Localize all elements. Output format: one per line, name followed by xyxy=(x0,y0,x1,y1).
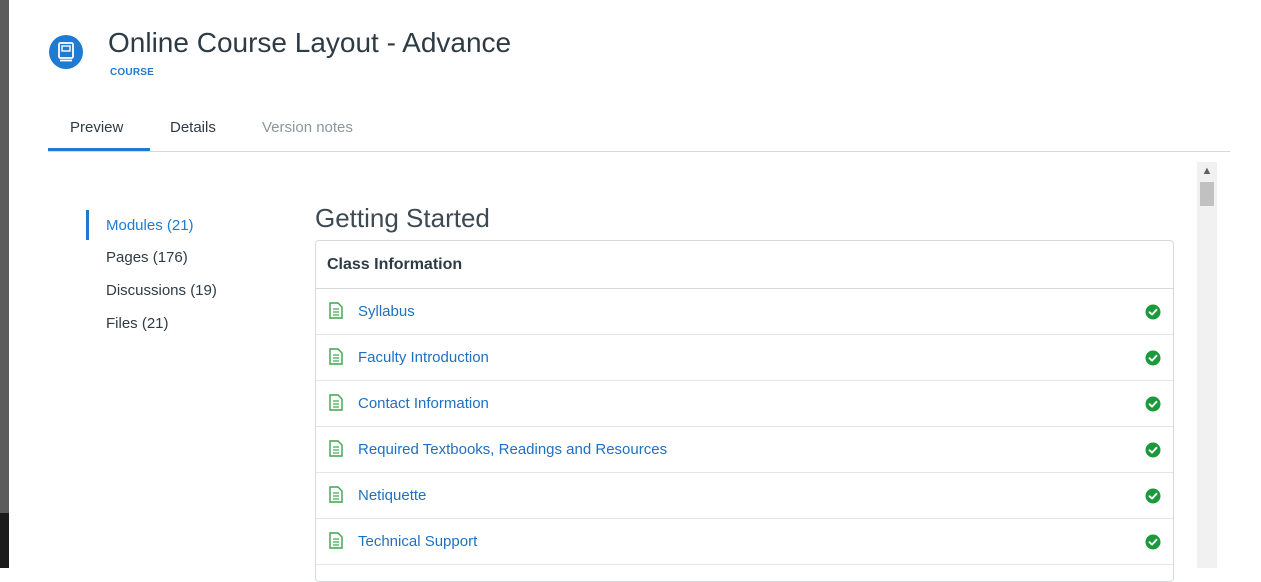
module-item-link[interactable]: Technical Support xyxy=(358,533,477,550)
active-tab-indicator xyxy=(48,148,150,151)
scroll-up-arrow-icon[interactable]: ▲ xyxy=(1197,162,1217,180)
module-item-link[interactable]: Required Textbooks, Readings and Resourc… xyxy=(358,441,667,458)
active-nav-indicator xyxy=(86,210,89,240)
nav-item-files[interactable]: Files (21) xyxy=(106,315,169,332)
module-item-required-textbooks[interactable]: Required Textbooks, Readings and Resourc… xyxy=(316,427,1173,473)
check-circle-icon xyxy=(1145,396,1161,411)
page-title: Online Course Layout - Advance xyxy=(108,27,512,58)
tab-details[interactable]: Details xyxy=(170,119,216,150)
check-circle-icon xyxy=(1145,304,1161,319)
scrollbar-thumb[interactable] xyxy=(1200,182,1214,206)
module-item-faculty-introduction[interactable]: Faculty Introduction xyxy=(316,335,1173,381)
window-left-edge xyxy=(0,0,9,568)
check-circle-icon xyxy=(1145,442,1161,457)
module-item-link[interactable]: Syllabus xyxy=(358,303,415,320)
nav-item-modules[interactable]: Modules (21) xyxy=(106,217,194,234)
module-item-link[interactable]: Netiquette xyxy=(358,487,426,504)
nav-item-pages[interactable]: Pages (176) xyxy=(106,249,188,266)
vertical-scrollbar[interactable]: ▲ xyxy=(1197,162,1217,568)
check-circle-icon xyxy=(1145,488,1161,503)
page-icon xyxy=(329,486,343,503)
module-item-netiquette[interactable]: Netiquette xyxy=(316,473,1173,519)
module-item-technical-support[interactable]: Technical Support xyxy=(316,519,1173,565)
tab-preview[interactable]: Preview xyxy=(70,119,123,150)
module-section-title: Class Information xyxy=(316,241,1173,289)
page-icon xyxy=(329,532,343,549)
page-icon xyxy=(329,348,343,365)
module-item-syllabus[interactable]: Syllabus xyxy=(316,289,1173,335)
module-heading: Getting Started xyxy=(315,203,490,233)
page-icon xyxy=(329,302,343,319)
module-item-link[interactable]: Contact Information xyxy=(358,395,489,412)
course-type-label: COURSE xyxy=(110,67,154,78)
nav-item-discussions[interactable]: Discussions (19) xyxy=(106,282,217,299)
tab-version-notes[interactable]: Version notes xyxy=(262,119,353,150)
page-icon xyxy=(329,394,343,411)
check-circle-icon xyxy=(1145,350,1161,365)
page-icon xyxy=(329,440,343,457)
module-panel: Class Information Syllabus Faculty Intro… xyxy=(315,240,1174,582)
tab-bar: Preview Details Version notes xyxy=(48,117,1230,152)
module-item-contact-information[interactable]: Contact Information xyxy=(316,381,1173,427)
window-left-edge-dark xyxy=(0,513,9,568)
course-book-icon xyxy=(49,35,83,69)
module-item-link[interactable]: Faculty Introduction xyxy=(358,349,489,366)
check-circle-icon xyxy=(1145,534,1161,549)
